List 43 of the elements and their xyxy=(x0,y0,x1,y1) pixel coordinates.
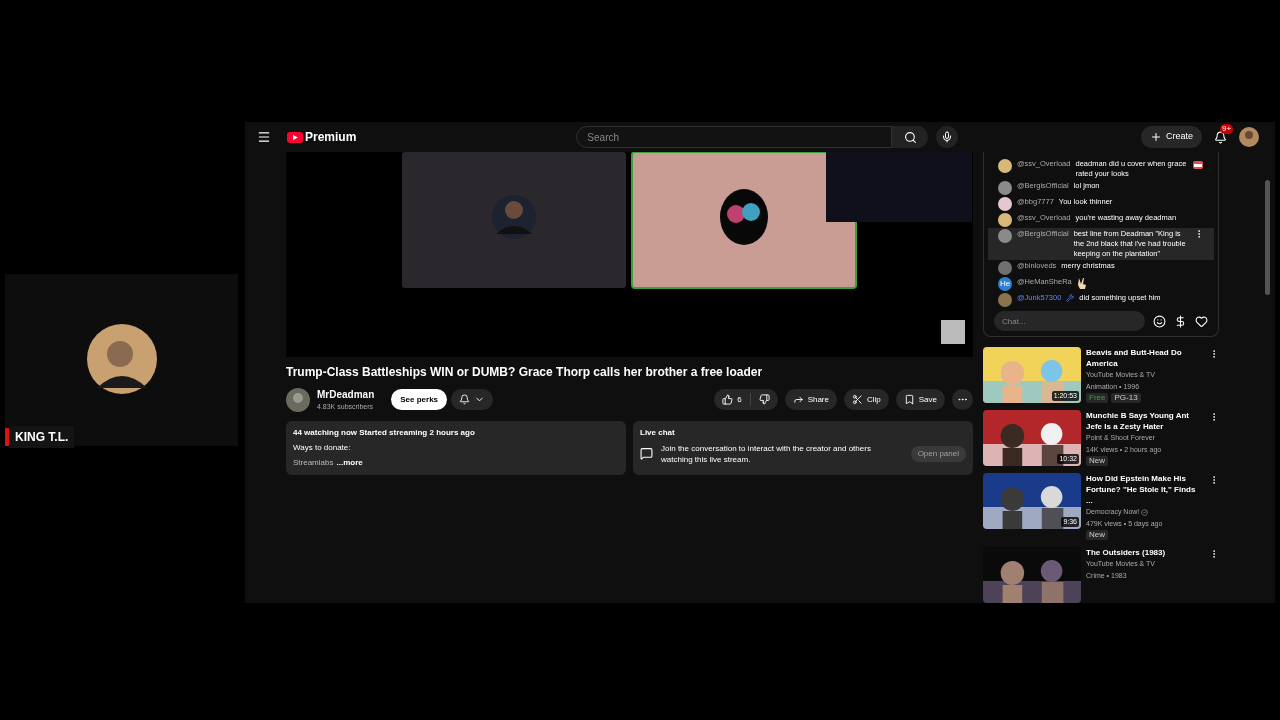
recommendation-title[interactable]: The Outsiders (1983) xyxy=(1086,547,1204,558)
bell-icon[interactable] xyxy=(459,394,471,406)
video-tag: PG-13 xyxy=(1111,393,1141,403)
video-title: Trump-Class Battleships WIN or DUMB? Grace Thorp calls her brother a free loader xyxy=(286,365,764,379)
dollar-icon[interactable] xyxy=(1174,314,1187,328)
share-icon xyxy=(792,394,804,406)
heart-icon[interactable] xyxy=(1195,314,1208,328)
bookmark-icon xyxy=(903,394,915,406)
video-tag: Free xyxy=(1086,393,1109,403)
plus-icon xyxy=(1150,131,1162,143)
more-link[interactable]: ...more xyxy=(336,456,363,469)
thumbs-down-icon[interactable] xyxy=(758,394,770,406)
action-button[interactable]: Clip xyxy=(867,393,881,406)
scissors-icon xyxy=(852,394,863,406)
description-preview: Streamlabs xyxy=(293,456,334,469)
channel-avatar[interactable] xyxy=(286,387,310,412)
channel-name[interactable]: MrDeadman xyxy=(317,387,375,402)
logo-text: Premium xyxy=(305,129,357,146)
video-tag: New xyxy=(1086,530,1108,540)
like-count: 6 xyxy=(737,393,742,406)
thumbs-up-icon[interactable] xyxy=(722,394,734,406)
description-line: Ways to donate: xyxy=(293,441,352,454)
live-chat-text: Join the conversation to interact with the creator and others watching this live stream. xyxy=(661,442,872,465)
recommendation-title[interactable]: Munchie B Says Young Ant Jefe Is a Zesty Hater xyxy=(1086,410,1204,432)
see-perks-button[interactable]: See perks xyxy=(391,389,448,411)
logo-icon xyxy=(287,131,303,143)
microphone-icon[interactable] xyxy=(941,131,954,143)
video-tag: New xyxy=(1086,456,1108,466)
notification-badge: 9+ xyxy=(1220,123,1234,134)
menu-icon[interactable] xyxy=(257,130,271,144)
streamer-name: KING T.L. xyxy=(9,426,75,448)
search-field[interactable]: Search xyxy=(576,126,893,148)
smiley-icon[interactable] xyxy=(1153,314,1166,328)
recommendation-title[interactable]: How Did Epstein Make His Fortune? "He Stole It," Finds ... xyxy=(1086,473,1204,506)
chat-bubble-icon xyxy=(640,447,653,460)
avatar-initials: He xyxy=(999,280,1011,288)
chat-input[interactable]: Chat... xyxy=(994,311,1145,331)
recommendation-title[interactable]: Beavis and Butt-Head Do America xyxy=(1086,347,1204,369)
bell-icon[interactable] xyxy=(1214,130,1227,144)
avatar[interactable] xyxy=(1239,127,1259,147)
search-icon[interactable] xyxy=(903,130,917,144)
stream-stats: 44 watching now Started streaming 2 hours ago xyxy=(293,426,476,439)
live-chat-title: Live chat xyxy=(640,426,676,439)
